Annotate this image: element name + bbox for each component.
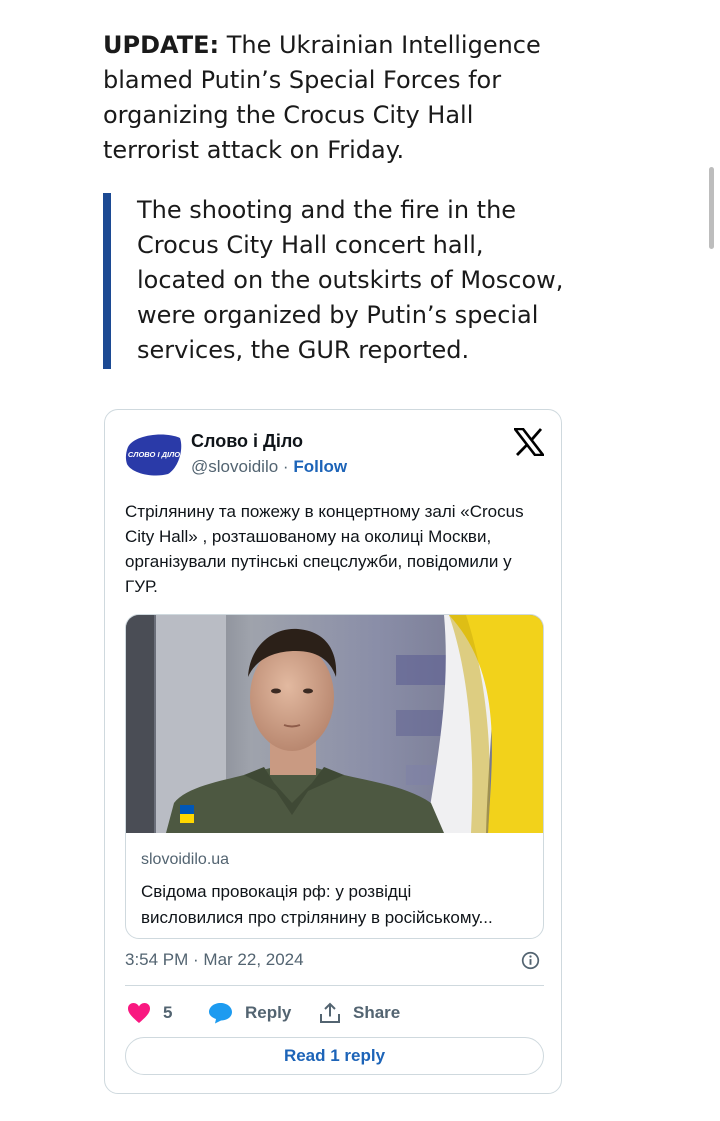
like-count: 5 [163,1003,173,1022]
read-replies-button[interactable]: Read 1 reply [125,1037,544,1075]
author-handle-line: @slovoidilo · Follow [191,457,347,477]
link-preview-card[interactable]: slovoidilo.ua Свідома провокація рф: у р… [125,614,544,939]
author-name[interactable]: Слово і Діло [191,431,303,452]
share-button[interactable]: Share [319,1001,400,1025]
handle-separator: · [282,457,289,476]
reply-bubble-icon [209,1003,232,1024]
reply-label: Reply [245,1003,292,1022]
article-preview-image [126,615,543,833]
follow-button[interactable]: Follow [293,457,347,476]
blockquote-bar [103,193,111,369]
avatar-logo-text: СЛОВО І ДІЛО [128,450,180,459]
link-title-line-1: Свідома провокація рф: у розвідці [141,882,412,901]
tweet-text: Стрілянину та пожежу в концертному залі … [125,502,524,596]
embedded-tweet[interactable]: СЛОВО І ДІЛО Слово і Діло @slovoidilo · … [104,409,562,1094]
link-domain: slovoidilo.ua [141,851,230,868]
tweet-timestamp[interactable]: 3:54 PM · Mar 22, 2024 [125,950,304,970]
x-logo-icon[interactable] [514,428,544,456]
share-icon [320,1002,340,1023]
blockquote-text: The shooting and the fire in the Crocus … [137,196,564,364]
update-paragraph: UPDATE: The Ukrainian Intelligence blame… [103,28,573,168]
heart-icon [128,1003,150,1023]
blockquote: The shooting and the fire in the Crocus … [103,193,563,369]
scrollbar-thumb[interactable] [709,167,714,249]
share-label: Share [353,1003,401,1022]
avatar-logo[interactable]: СЛОВО І ДІЛО [124,430,184,478]
link-title: Свідома провокація рф: у розвідці вислов… [141,879,536,931]
like-button[interactable]: 5 [127,1001,172,1025]
update-label: UPDATE: [103,31,220,59]
actions-divider [125,985,544,986]
author-handle[interactable]: @slovoidilo [191,457,278,476]
link-title-line-2: висловилися про стрілянину в російському… [141,908,493,927]
info-icon[interactable] [521,951,540,970]
reply-button[interactable]: Reply [208,1001,291,1025]
